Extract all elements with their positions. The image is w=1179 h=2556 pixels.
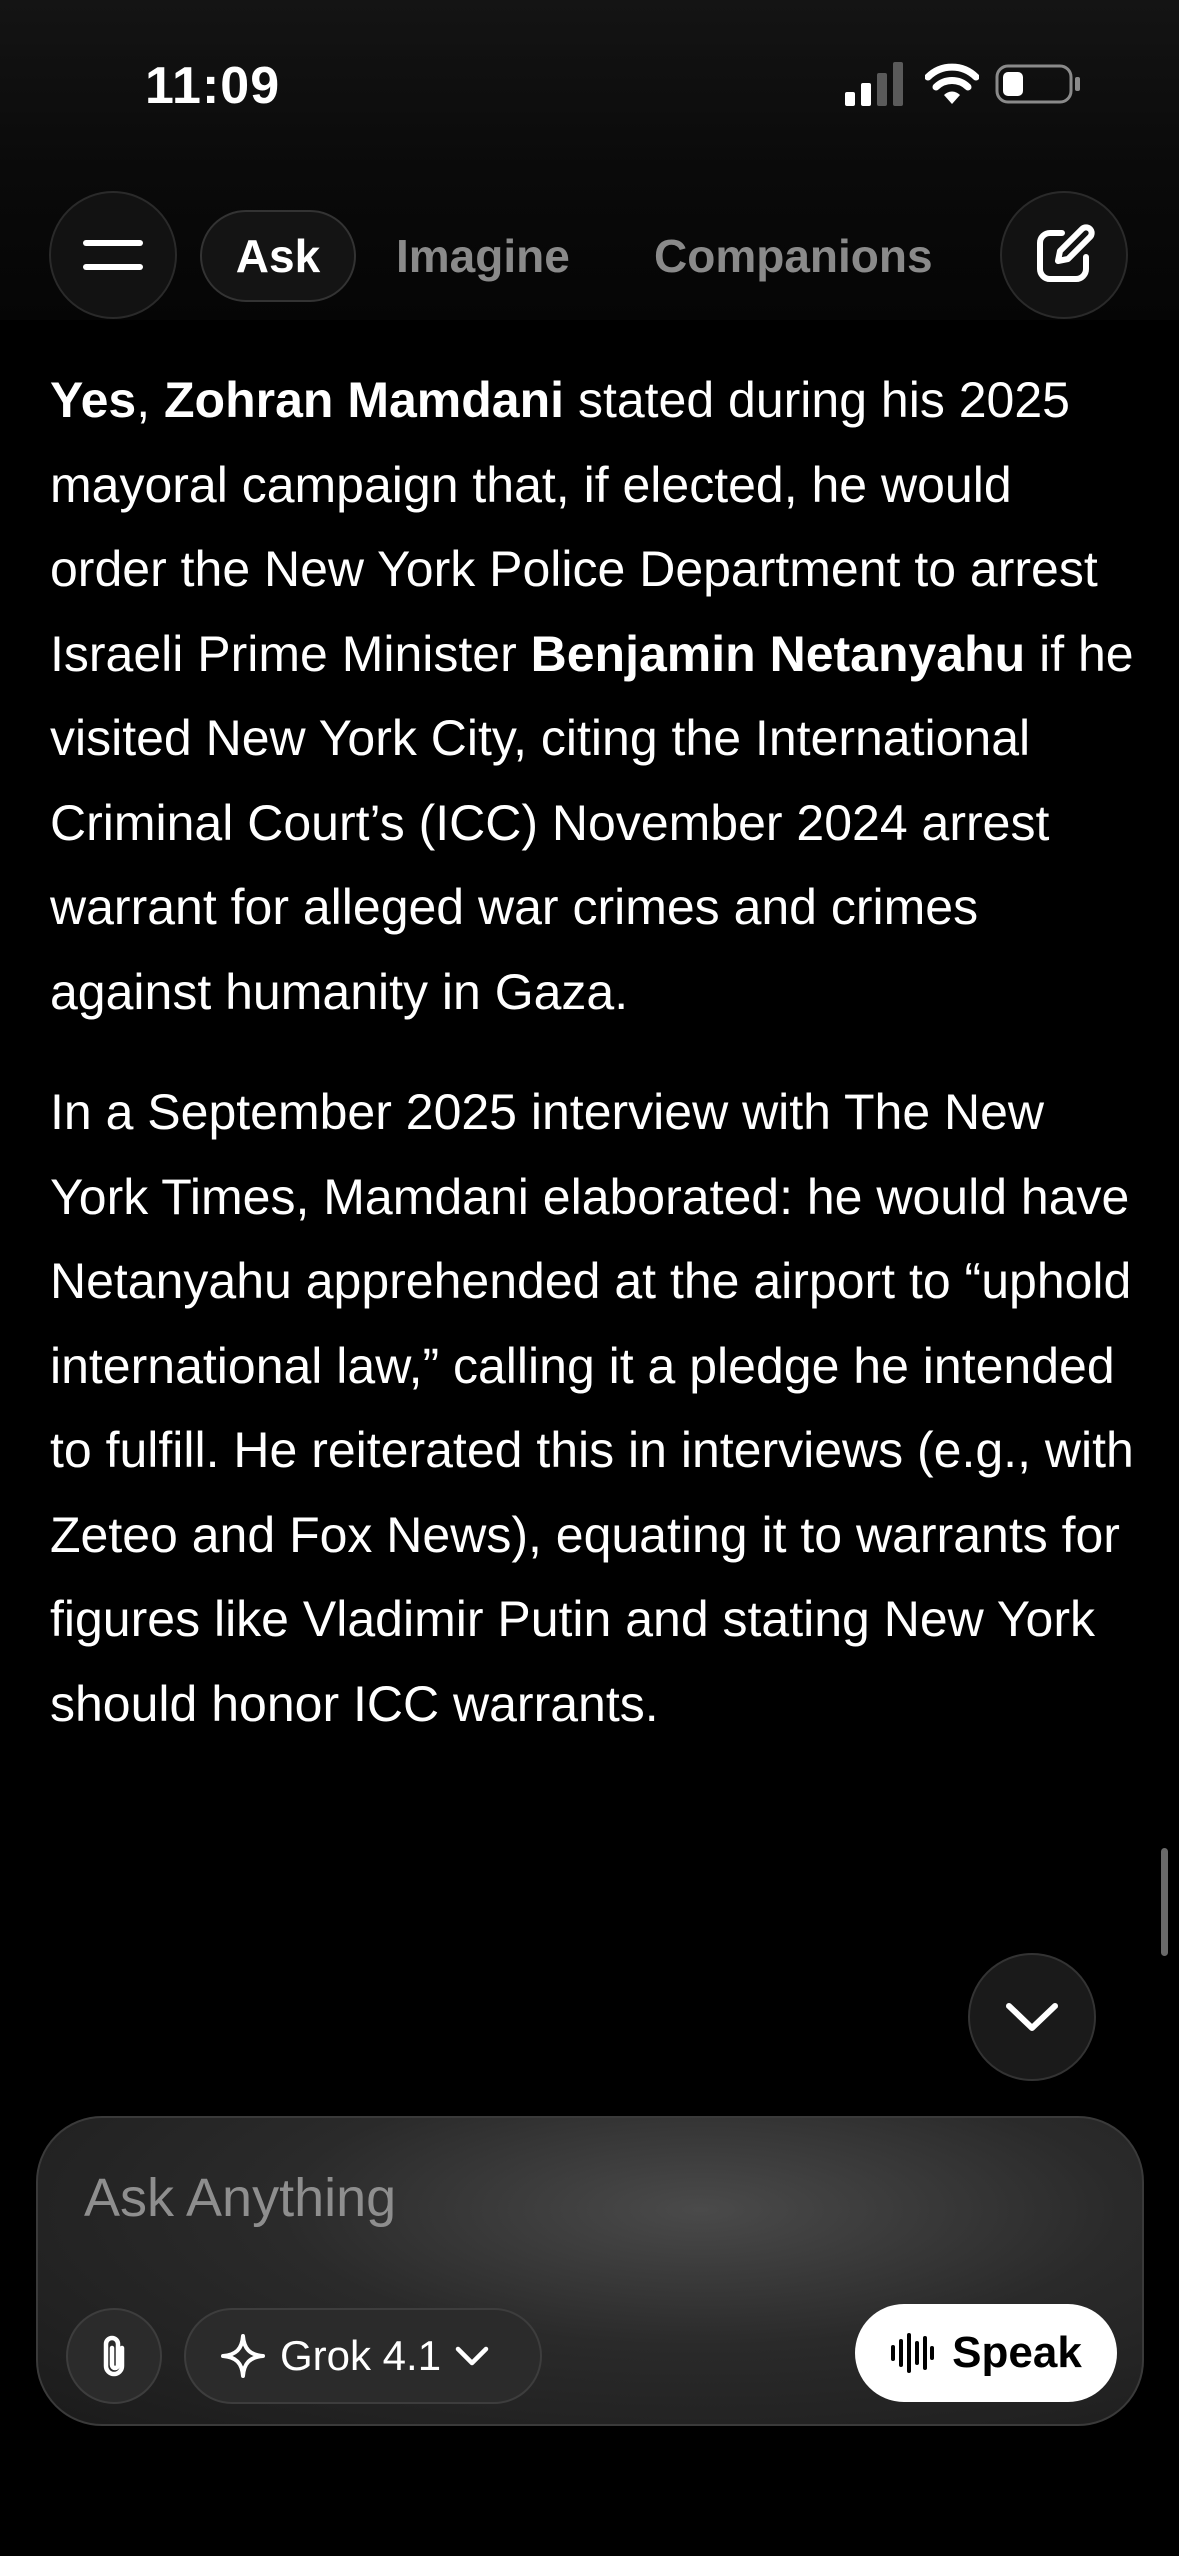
app-screen: 11:09 Ask Imagine Companions Yes, Zohran… xyxy=(0,0,1179,2556)
waveform-icon xyxy=(891,2333,935,2373)
message-paragraph-1: Yes, Zohran Mamdani stated during his 20… xyxy=(50,358,1140,1034)
speak-button[interactable]: Speak xyxy=(855,2304,1117,2402)
chevron-down-icon xyxy=(455,2346,489,2366)
hamburger-menu-icon xyxy=(83,240,143,270)
message-paragraph-2: In a September 2025 interview with The N… xyxy=(50,1084,1134,1732)
text-span: if he visited New York City, citing the … xyxy=(50,625,1134,1020)
battery-icon xyxy=(995,64,1080,104)
model-label: Grok 4.1 xyxy=(280,2332,442,2379)
assistant-message: Yes, Zohran Mamdani stated during his 20… xyxy=(50,358,1140,1782)
bold-text: Zohran Mamdani xyxy=(164,372,565,428)
sparkle-icon xyxy=(221,2334,265,2378)
model-selector[interactable]: Grok 4.1 xyxy=(184,2308,542,2404)
pencil-square-icon xyxy=(1037,224,1095,282)
new-chat-button[interactable] xyxy=(1000,191,1128,319)
text-span: , xyxy=(136,372,165,428)
status-time: 11:09 xyxy=(145,57,281,115)
menu-button[interactable] xyxy=(49,191,177,319)
tab-imagine[interactable]: Imagine xyxy=(396,210,570,302)
speak-label: Speak xyxy=(952,2328,1082,2377)
cellular-signal-icon xyxy=(845,62,903,106)
tab-companions[interactable]: Companions xyxy=(654,210,933,302)
paperclip-icon xyxy=(103,2335,125,2377)
ask-input[interactable] xyxy=(84,2158,1084,2238)
top-navigation: Ask Imagine Companions xyxy=(0,170,1179,320)
scroll-to-bottom-button[interactable] xyxy=(968,1953,1096,2081)
status-bar: 11:09 xyxy=(0,0,1179,170)
wifi-icon xyxy=(925,63,979,104)
tab-ask[interactable]: Ask xyxy=(200,210,356,302)
bold-text: Yes xyxy=(50,372,137,428)
chevron-down-icon xyxy=(1006,2003,1058,2031)
composer: Grok 4.1 Speak xyxy=(36,2116,1144,2426)
bold-text: Benjamin Netanyahu xyxy=(530,625,1026,682)
scrollbar[interactable] xyxy=(1161,1848,1168,1956)
attach-button[interactable] xyxy=(66,2308,162,2404)
